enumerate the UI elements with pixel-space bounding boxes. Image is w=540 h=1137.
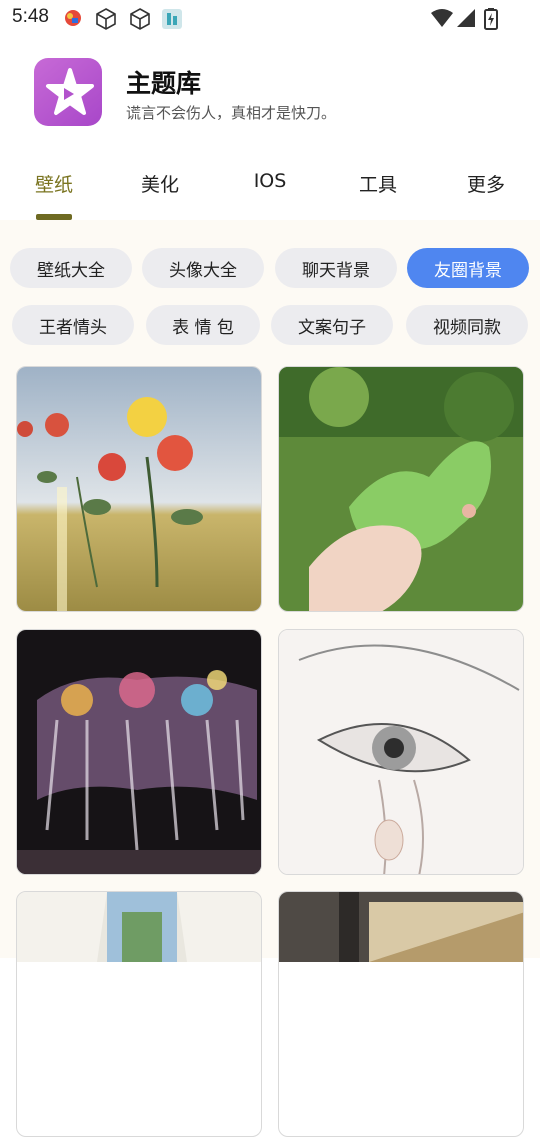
wallpaper-thumbnail-window[interactable] — [278, 891, 524, 1137]
app-notification-icon — [62, 7, 84, 33]
cube-icon — [94, 7, 118, 35]
wallpaper-thumbnail-eye[interactable] — [278, 629, 524, 875]
chip-quotes[interactable]: 文案句子 — [271, 305, 393, 345]
app-subtitle: 谎言不会伤人，真相才是快刀。 — [126, 104, 337, 122]
status-time: 5:48 — [12, 6, 49, 27]
tab-tools[interactable]: 工具 — [346, 170, 410, 197]
star-logo-icon — [46, 68, 94, 115]
chip-avatars[interactable]: 头像大全 — [142, 248, 264, 288]
chip-chat-backgrounds[interactable]: 聊天背景 — [275, 248, 397, 288]
tab-ios[interactable]: IOS — [236, 170, 304, 192]
wallpaper-thumbnail-fireworks[interactable] — [16, 629, 262, 875]
cube-icon — [128, 7, 152, 35]
chip-moments-backgrounds[interactable]: 友圈背景 — [407, 248, 529, 288]
tab-more[interactable]: 更多 — [454, 170, 518, 197]
status-bar: 5:48 — [0, 0, 540, 36]
wifi-icon — [430, 8, 454, 32]
chip-stickers[interactable]: 表 情 包 — [146, 305, 260, 345]
wallpaper-thumbnail-butterfly[interactable] — [278, 366, 524, 612]
chip-video-same[interactable]: 视频同款 — [406, 305, 528, 345]
wallpaper-thumbnail-curtains[interactable] — [16, 891, 262, 1137]
cellular-signal-icon — [456, 8, 476, 32]
tab-wallpaper[interactable]: 壁纸 — [22, 170, 86, 197]
chip-couple-avatars[interactable]: 王者情头 — [12, 305, 134, 345]
app-notification-icon — [160, 7, 184, 35]
tab-beautify[interactable]: 美化 — [128, 170, 192, 197]
app-title: 主题库 — [126, 69, 202, 98]
battery-charging-icon — [484, 8, 498, 34]
wallpaper-thumbnail-roses[interactable] — [16, 366, 262, 612]
app-logo — [34, 58, 102, 126]
chip-wallpapers[interactable]: 壁纸大全 — [10, 248, 132, 288]
